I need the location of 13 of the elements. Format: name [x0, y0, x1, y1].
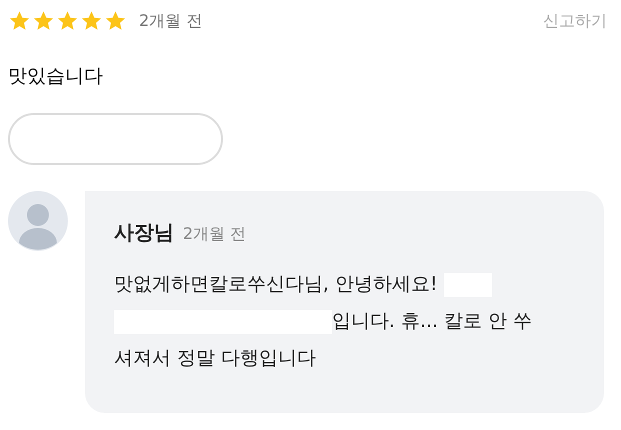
reply-date: 2개월 전 [182, 224, 246, 245]
review-date: 2개월 전 [139, 10, 202, 32]
report-link[interactable]: 신고하기 [543, 10, 607, 32]
star-icon [32, 10, 55, 32]
star-icon [80, 10, 103, 32]
review-text: 맛있습니다 [8, 64, 104, 89]
star-icon [104, 10, 127, 32]
star-icon [8, 10, 31, 32]
star-icon [56, 10, 79, 32]
avatar-icon [8, 191, 68, 251]
pill-button[interactable] [8, 113, 223, 165]
reply-text: 맛없게하면칼로쑤신다님, 안녕하세요! 입니다. 휴... 칼로 안 쑤셔져서 정말 다행입니다 [114, 272, 534, 371]
reply-author: 사장님 [114, 219, 174, 246]
